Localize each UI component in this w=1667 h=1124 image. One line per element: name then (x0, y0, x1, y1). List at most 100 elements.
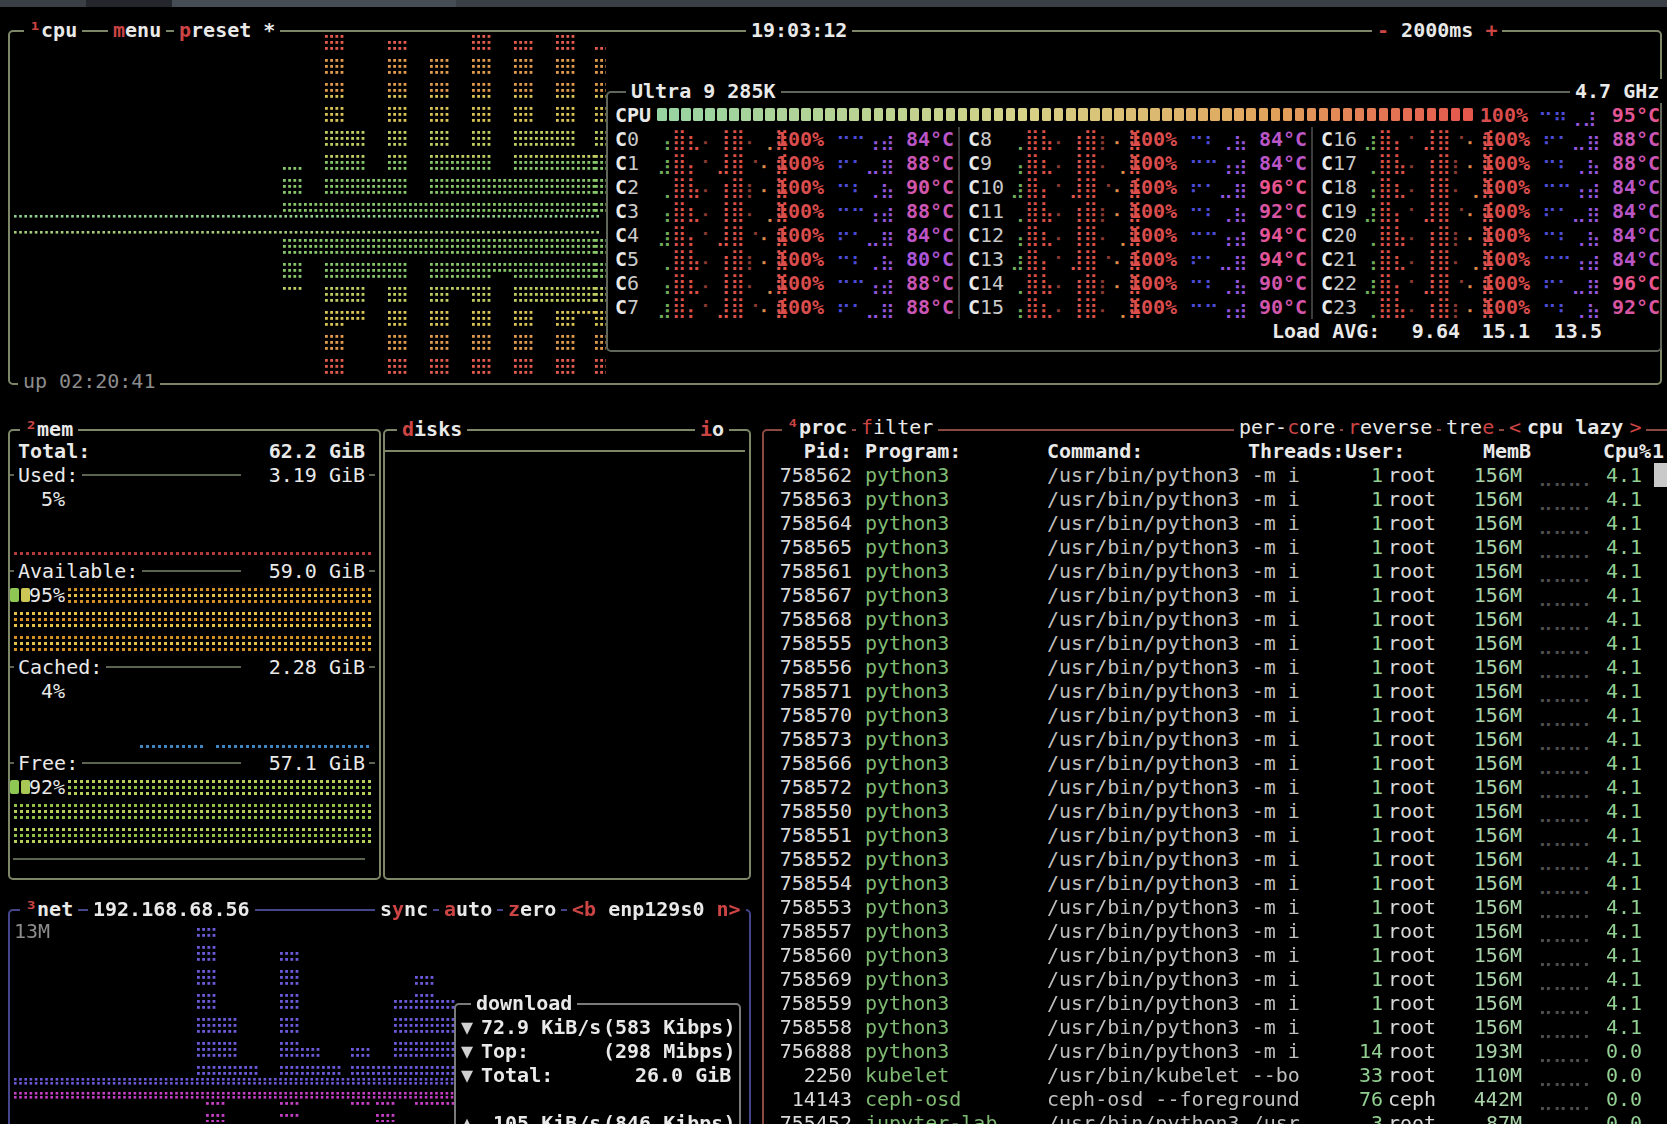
proc-row[interactable]: 758566python3/usr/bin/python3 -m i1root1… (0, 751, 1667, 775)
load-avg-1: 9.64 (1400, 319, 1460, 343)
core-temp-graph: ⠒⠆⢀⣦ (1542, 151, 1601, 175)
proc-per-core-toggle[interactable]: per-core (1234, 415, 1340, 439)
core-usage-graph: ⢠⣿⣆⠄⢸⣿⠄⢀⣿ (1363, 175, 1495, 199)
proc-row[interactable]: 758563python3/usr/bin/python3 -m i1root1… (0, 487, 1667, 511)
proc-row[interactable]: 758573python3/usr/bin/python3 -m i1root1… (0, 727, 1667, 751)
proc-header-pid[interactable]: Pid: (762, 439, 852, 463)
core-temp: 84°C (1612, 247, 1660, 271)
proc-row[interactable]: 758565python3/usr/bin/python3 -m i1root1… (0, 535, 1667, 559)
core-temp: 90°C (1259, 271, 1307, 295)
proc-row[interactable]: 758562python3/usr/bin/python3 -m i1root1… (0, 463, 1667, 487)
core-row: C1 (615, 151, 639, 175)
core-usage-graph: ⢠⣿⣆⠄⢸⣿⠄⢀⣿ (1010, 151, 1142, 175)
io-mode-title[interactable]: io (695, 417, 729, 441)
proc-header-command[interactable]: Command: (1047, 439, 1143, 463)
proc-row[interactable]: 758553python3/usr/bin/python3 -m i1root1… (0, 895, 1667, 919)
core-usage-graph: ⣰⣿⡄⠂⣸⣿⠐⠄⣾ (1363, 127, 1495, 151)
core-usage-graph: ⢠⣿⣆⠄⢸⣿⠄⢀⣿ (657, 127, 789, 151)
proc-sort-selector[interactable]: <cpu lazy> (1504, 415, 1646, 439)
clock: 19:03:12 (746, 18, 852, 42)
core-usage-graph: ⢠⣿⣆⠄⢸⣿⠄⢀⣿ (657, 271, 789, 295)
core-temp-graph: ⠒⠒⢠⣴ (836, 127, 895, 151)
core-row: C5 (615, 247, 639, 271)
core-usage-graph: ⣰⣿⡄⠂⣸⣿⠐⠄⣾ (1010, 175, 1142, 199)
core-usage-graph: ⣰⣿⡄⠂⣸⣿⠐⠄⣾ (1363, 199, 1495, 223)
proc-row[interactable]: 758558python3/usr/bin/python3 -m i1root1… (0, 1015, 1667, 1039)
proc-row[interactable]: 758559python3/usr/bin/python3 -m i1root1… (0, 991, 1667, 1015)
core-load: 100% (776, 271, 824, 295)
proc-row[interactable]: 758551python3/usr/bin/python3 -m i1root1… (0, 823, 1667, 847)
proc-filter-button[interactable]: filter (856, 415, 938, 439)
proc-row[interactable]: 758557python3/usr/bin/python3 -m i1root1… (0, 919, 1667, 943)
cpu-total-load: 100% (1478, 103, 1528, 127)
core-usage-graph: ⣰⣿⡄⠂⣸⣿⠐⠄⣾ (1010, 247, 1142, 271)
core-temp-graph: ⠖⠂⣀⣶ (1542, 199, 1601, 223)
proc-header-overflow: 1 (1652, 439, 1664, 463)
core-temp: 88°C (906, 295, 954, 319)
core-temp-graph: ⠒⠒⢠⣴ (836, 199, 895, 223)
proc-header-cpu[interactable]: Cpu% (1603, 439, 1651, 463)
proc-row[interactable]: 758572python3/usr/bin/python3 -m i1root1… (0, 775, 1667, 799)
proc-row[interactable]: 2250kubelet/usr/bin/kubelet --bo33root11… (0, 1063, 1667, 1087)
proc-row[interactable]: 756888python3/usr/bin/python3 -m i14root… (0, 1039, 1667, 1063)
core-temp-graph: ⠒⠆⢀⣦ (1189, 271, 1248, 295)
core-load: 100% (1482, 295, 1530, 319)
proc-row[interactable]: 755452jupyter-lab/usr/bin/python3 /usr3r… (0, 1111, 1667, 1124)
proc-row[interactable]: 758568python3/usr/bin/python3 -m i1root1… (0, 607, 1667, 631)
proc-tree-toggle[interactable]: tree (1441, 415, 1499, 439)
proc-row[interactable]: 758556python3/usr/bin/python3 -m i1root1… (0, 655, 1667, 679)
core-row: C18 (1321, 175, 1357, 199)
core-temp-graph: ⠒⠒⢠⣴ (836, 271, 895, 295)
proc-row[interactable]: 758552python3/usr/bin/python3 -m i1root1… (0, 847, 1667, 871)
proc-row[interactable]: 758567python3/usr/bin/python3 -m i1root1… (0, 583, 1667, 607)
core-load: 100% (1129, 199, 1177, 223)
proc-header-threads[interactable]: Threads: (1248, 439, 1344, 463)
refresh-decrease-button[interactable]: - (1377, 18, 1389, 42)
proc-sort-value: cpu lazy (1521, 415, 1629, 439)
core-row: C2 (615, 175, 639, 199)
core-load: 100% (1482, 127, 1530, 151)
core-row: C22 (1321, 271, 1357, 295)
core-load: 100% (1129, 175, 1177, 199)
refresh-interval[interactable]: - 2000ms + (1372, 18, 1502, 42)
core-row: C14 (968, 271, 1004, 295)
proc-header-program[interactable]: Program: (865, 439, 961, 463)
core-temp-graph: ⠒⠆⢀⣦ (836, 247, 895, 271)
core-temp-graph: ⠖⠂⣀⣶ (1189, 175, 1248, 199)
core-temp-graph: ⠖⠂⣀⣶ (1542, 271, 1601, 295)
proc-reverse-toggle[interactable]: reverse (1343, 415, 1437, 439)
core-usage-graph: ⣰⣿⡄⠂⣸⣿⠐⠄⣾ (657, 295, 789, 319)
core-row: C20 (1321, 223, 1357, 247)
core-row: C9 (968, 151, 992, 175)
proc-box-title[interactable]: ⁴proc (782, 415, 852, 439)
core-row: C17 (1321, 151, 1357, 175)
proc-sort-prev[interactable]: < (1509, 415, 1521, 439)
proc-row[interactable]: 758554python3/usr/bin/python3 -m i1root1… (0, 871, 1667, 895)
proc-sort-next[interactable]: > (1629, 415, 1641, 439)
cpu-frequency: 4.7 GHz (1570, 79, 1664, 103)
proc-row[interactable]: 758570python3/usr/bin/python3 -m i1root1… (0, 703, 1667, 727)
core-usage-graph: ⣰⣿⡄⠂⣸⣿⠐⠄⣾ (1363, 271, 1495, 295)
core-row: C3 (615, 199, 639, 223)
mem-box-title[interactable]: ²mem (20, 417, 78, 441)
proc-row[interactable]: 758560python3/usr/bin/python3 -m i1root1… (0, 943, 1667, 967)
proc-header-user[interactable]: User: (1345, 439, 1405, 463)
proc-row[interactable]: 758569python3/usr/bin/python3 -m i1root1… (0, 967, 1667, 991)
proc-row[interactable]: 758550python3/usr/bin/python3 -m i1root1… (0, 799, 1667, 823)
proc-row[interactable]: 758571python3/usr/bin/python3 -m i1root1… (0, 679, 1667, 703)
proc-row[interactable]: 14143ceph-osdceph-osd --foreground76ceph… (0, 1087, 1667, 1111)
core-load: 100% (1129, 223, 1177, 247)
core-usage-graph: ⢀⣿⣧⠄⢰⣿⡆⠄⣿ (1010, 127, 1142, 151)
disks-title-label: isks (414, 417, 462, 441)
core-load: 100% (776, 247, 824, 271)
core-temp-graph: ⠖⠂⣀⣶ (836, 223, 895, 247)
core-temp: 88°C (1612, 127, 1660, 151)
core-temp-graph: ⠒⠆⢀⣦ (836, 175, 895, 199)
core-row: C15 (968, 295, 1004, 319)
refresh-increase-button[interactable]: + (1485, 18, 1497, 42)
proc-header-mem[interactable]: MemB (1483, 439, 1531, 463)
proc-row[interactable]: 758561python3/usr/bin/python3 -m i1root1… (0, 559, 1667, 583)
proc-row[interactable]: 758564python3/usr/bin/python3 -m i1root1… (0, 511, 1667, 535)
disks-box-title[interactable]: disks (397, 417, 467, 441)
proc-row[interactable]: 758555python3/usr/bin/python3 -m i1root1… (0, 631, 1667, 655)
